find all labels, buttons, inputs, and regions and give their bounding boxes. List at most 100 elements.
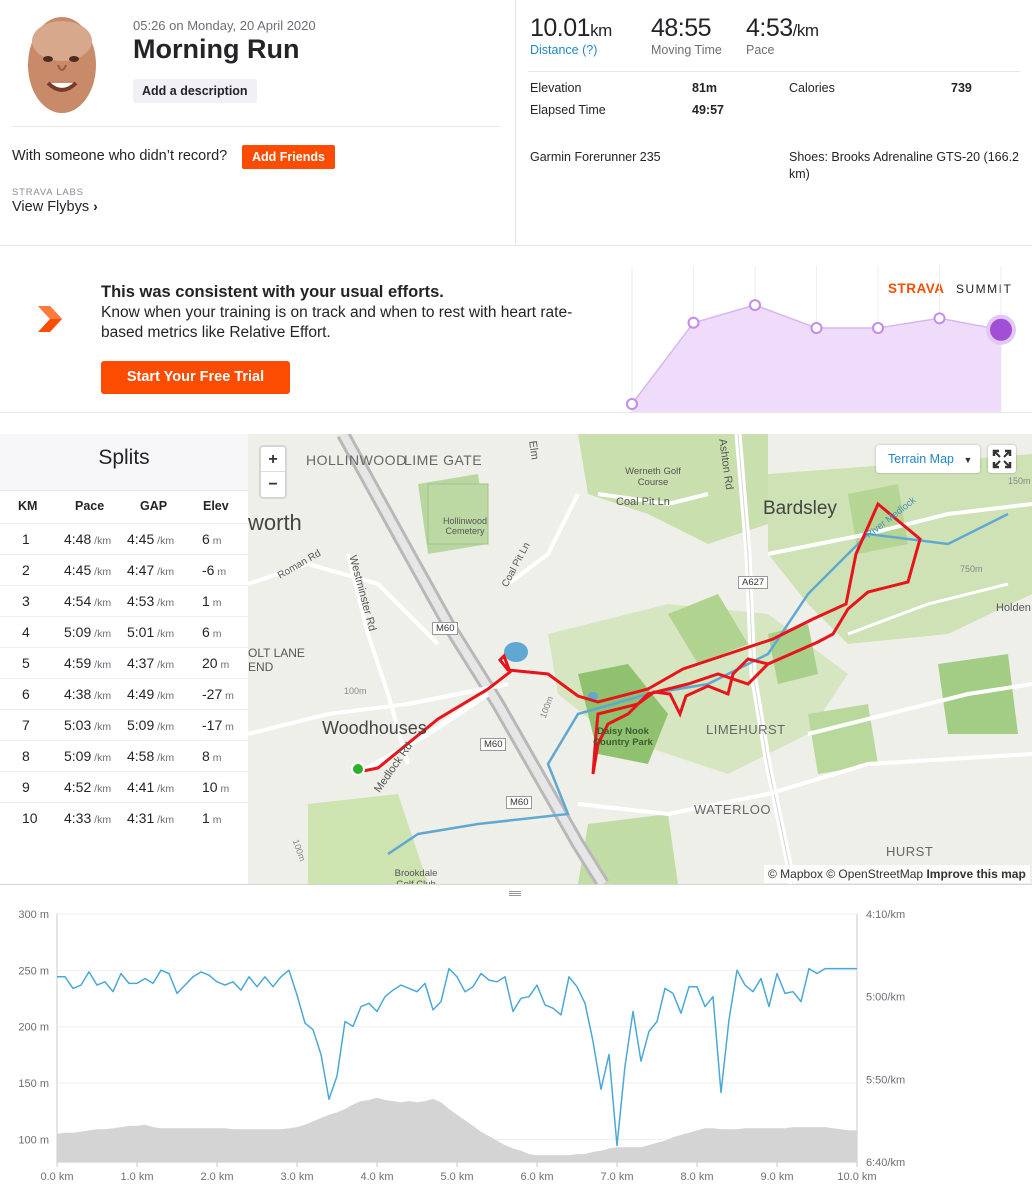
add-description-button[interactable]: Add a description bbox=[133, 79, 257, 103]
chart-canvas[interactable]: 100 m 150 m 200 m 250 m 300 m 4:10/km 5:00/km 5… bbox=[0, 892, 1032, 1200]
map-label-brookdale: Brookdale Golf Club bbox=[394, 868, 438, 884]
y-right-tick: 4:10/km bbox=[866, 909, 905, 921]
split-elev: -27 m bbox=[202, 686, 234, 702]
view-flybys-link[interactable]: View Flybys › bbox=[12, 198, 98, 215]
divider bbox=[528, 71, 1020, 72]
col-elev: Elev bbox=[203, 499, 229, 513]
x-tick-label: 0.0 km bbox=[40, 1171, 73, 1183]
distance-unit: km bbox=[590, 21, 612, 40]
split-unit: m bbox=[214, 566, 227, 578]
y-left-tick: 250 m bbox=[18, 965, 49, 977]
add-friends-button[interactable]: Add Friends bbox=[242, 145, 335, 169]
split-row[interactable]: 2 4:45 /km 4:47 /km -6 m bbox=[0, 554, 248, 585]
improve-map-link[interactable]: Improve this map bbox=[926, 867, 1025, 881]
y-left-tick: 300 m bbox=[18, 909, 49, 921]
route-map[interactable]: HOLLINWOOD LIME GATE worth Hollinwood Ce… bbox=[248, 434, 1032, 884]
divider bbox=[12, 126, 500, 127]
strava-labs-label: STRAVA LABS bbox=[12, 187, 84, 198]
athlete-avatar[interactable] bbox=[24, 13, 100, 117]
split-unit: /km bbox=[91, 659, 112, 671]
split-elev: 1 m bbox=[202, 593, 222, 609]
split-km: 5 bbox=[22, 655, 30, 671]
split-row[interactable]: 1 4:48 /km 4:45 /km 6 m bbox=[0, 523, 248, 554]
effort-point[interactable] bbox=[749, 299, 761, 312]
split-gap: 4:37 /km bbox=[127, 655, 175, 671]
relative-effort-chart bbox=[626, 266, 1016, 412]
moving-time-label: Moving Time bbox=[651, 43, 722, 57]
split-unit: /km bbox=[154, 566, 175, 578]
map-label-bardsley: Bardsley bbox=[763, 498, 837, 519]
start-free-trial-button[interactable]: Start Your Free Trial bbox=[101, 361, 290, 394]
effort-point[interactable] bbox=[810, 322, 823, 335]
split-row[interactable]: 6 4:38 /km 4:49 /km -27 m bbox=[0, 678, 248, 709]
pace-unit: /km bbox=[792, 21, 819, 40]
chevron-right-icon: › bbox=[93, 198, 98, 214]
map-label-waterloo: WATERLOO bbox=[694, 802, 771, 817]
x-tick-label: 2.0 km bbox=[200, 1171, 233, 1183]
pace-label: Pace bbox=[746, 43, 775, 57]
split-row[interactable]: 3 4:54 /km 4:53 /km 1 m bbox=[0, 585, 248, 616]
activity-summary: 05:26 on Monday, 20 April 2020 Morning R… bbox=[0, 0, 515, 246]
zoom-out-button[interactable]: − bbox=[261, 472, 285, 497]
split-unit: /km bbox=[91, 535, 112, 547]
split-unit: m bbox=[222, 721, 234, 733]
split-elev: 20 m bbox=[202, 655, 230, 671]
effort-current-point[interactable] bbox=[986, 314, 1016, 345]
attribution-text: © Mapbox © OpenStreetMap bbox=[768, 867, 924, 881]
y-right-tick: 5:00/km bbox=[866, 992, 905, 1004]
split-elev: -6 m bbox=[202, 562, 227, 578]
split-km: 2 bbox=[22, 562, 30, 578]
split-km: 6 bbox=[22, 686, 30, 702]
split-row[interactable]: 4 5:09 /km 5:01 /km 6 m bbox=[0, 616, 248, 647]
map-type-dropdown[interactable]: Terrain Map ▼ bbox=[876, 445, 980, 473]
split-unit: m bbox=[222, 690, 234, 702]
map-label-hurst: HURST bbox=[886, 844, 934, 859]
split-pace: 4:33 /km bbox=[64, 810, 112, 826]
split-unit: m bbox=[209, 628, 222, 640]
distance-value: 10.01 bbox=[530, 14, 591, 42]
elevation-pace-chart[interactable]: 100 m 150 m 200 m 250 m 300 m 4:10/km 5:00/km 5… bbox=[0, 892, 1032, 1200]
split-unit: /km bbox=[91, 752, 112, 764]
split-unit: /km bbox=[154, 814, 175, 826]
split-pace: 4:59 /km bbox=[64, 655, 112, 671]
split-km: 10 bbox=[22, 810, 38, 826]
split-unit: m bbox=[217, 659, 230, 671]
x-tick-label: 8.0 km bbox=[680, 1171, 713, 1183]
elevation-value: 81m bbox=[692, 81, 718, 95]
split-row[interactable]: 7 5:03 /km 5:09 /km -17 m bbox=[0, 709, 248, 740]
split-km: 3 bbox=[22, 593, 30, 609]
split-row[interactable]: 5 4:59 /km 4:37 /km 20 m bbox=[0, 647, 248, 678]
effort-point[interactable] bbox=[933, 312, 946, 325]
split-row[interactable]: 10 4:33 /km 4:31 /km 1 m bbox=[0, 802, 248, 833]
x-tick-label: 1.0 km bbox=[120, 1171, 153, 1183]
map-label-coal-pit-ln: Coal Pit Ln bbox=[616, 496, 670, 508]
split-km: 9 bbox=[22, 779, 30, 795]
split-row[interactable]: 8 5:09 /km 4:58 /km 8 m bbox=[0, 740, 248, 771]
split-row[interactable]: 9 4:52 /km 4:41 /km 10 m bbox=[0, 771, 248, 802]
map-label-m60-b: M60 bbox=[480, 738, 507, 751]
x-tick-label: 10.0 km bbox=[837, 1171, 876, 1183]
split-unit: /km bbox=[154, 721, 175, 733]
y-right-tick: 6:40/km bbox=[866, 1157, 905, 1169]
promo-text: Know when your training is on track and … bbox=[101, 304, 573, 341]
elevation-label: Elevation bbox=[530, 81, 582, 95]
zoom-in-button[interactable]: + bbox=[261, 447, 285, 472]
split-gap: 4:58 /km bbox=[127, 748, 175, 764]
effort-point[interactable] bbox=[626, 398, 638, 410]
pace-value: 4:53 bbox=[746, 14, 793, 42]
split-gap: 4:53 /km bbox=[127, 593, 175, 609]
promo-title: This was consistent with your usual effo… bbox=[101, 283, 444, 301]
effort-point[interactable] bbox=[872, 322, 884, 335]
split-unit: m bbox=[209, 814, 222, 826]
split-pace: 5:09 /km bbox=[64, 748, 112, 764]
split-km: 7 bbox=[22, 717, 30, 733]
map-label-holden: Holden bbox=[996, 602, 1031, 614]
distance-label-link[interactable]: Distance (?) bbox=[530, 43, 612, 57]
route-start-marker[interactable] bbox=[351, 762, 365, 776]
moving-time-stat: 48:55 Moving Time bbox=[651, 14, 722, 57]
fullscreen-button[interactable] bbox=[988, 445, 1016, 473]
split-elev: 6 m bbox=[202, 624, 222, 640]
panel-resize-handle[interactable] bbox=[0, 884, 1032, 896]
effort-point[interactable] bbox=[687, 316, 700, 329]
y-left-tick: 100 m bbox=[18, 1134, 49, 1146]
